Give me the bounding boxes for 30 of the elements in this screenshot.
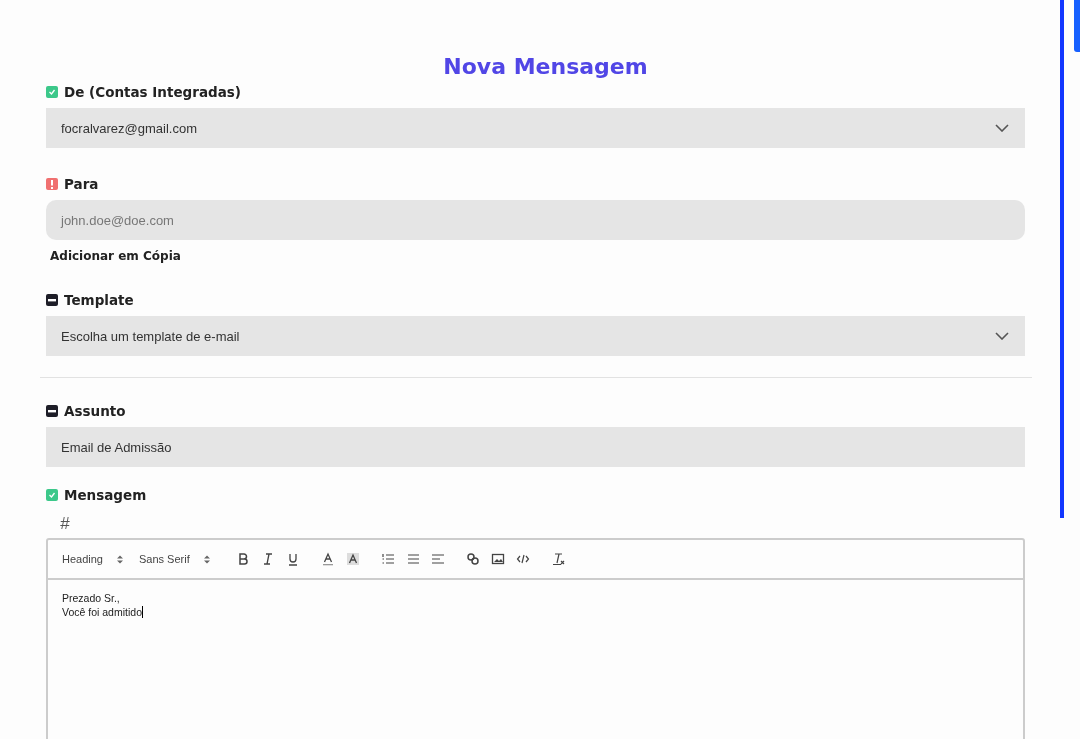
select-field[interactable]: Escolha um template de e-mail xyxy=(46,316,1025,356)
field-label: De (Contas Integradas) xyxy=(64,84,241,100)
sort-arrows-icon xyxy=(117,554,123,564)
scrollbar[interactable] xyxy=(1060,0,1064,518)
bullet-list-icon[interactable] xyxy=(405,552,420,566)
input-field[interactable]: Email de Admissão xyxy=(46,427,1025,467)
add-cc-link[interactable]: Adicionar em Cópia xyxy=(50,249,181,263)
image-icon[interactable] xyxy=(490,552,505,566)
field-label: Para xyxy=(64,176,99,192)
field-label: Mensagem xyxy=(64,487,147,503)
field-label: Template xyxy=(64,292,134,308)
sort-arrows-icon xyxy=(203,554,210,564)
field-label: Assunto xyxy=(64,403,126,419)
rich-text-editor[interactable]: Heading Sans Serif Prezado Sr., Você foi admitido xyxy=(46,538,1025,739)
input-field[interactable]: john.doe@doe.com xyxy=(46,200,1025,240)
page-title: Nova Mensagem xyxy=(442,53,649,81)
hash-hint: # xyxy=(60,514,70,534)
select-field[interactable]: focralvarez@gmail.com xyxy=(46,108,1025,148)
font-picker[interactable]: Sans Serif xyxy=(139,553,190,565)
highlight-icon[interactable] xyxy=(345,552,360,566)
code-icon[interactable] xyxy=(515,552,530,566)
numbered-list-icon[interactable] xyxy=(380,552,395,566)
message-text[interactable]: Prezado Sr., Você foi admitido xyxy=(48,580,1023,630)
align-left-icon[interactable] xyxy=(430,552,445,566)
link-icon[interactable] xyxy=(465,552,480,566)
chevron-down-icon xyxy=(995,332,1009,340)
clear-format-icon[interactable] xyxy=(550,552,565,566)
heading-picker[interactable]: Heading xyxy=(62,553,103,565)
chevron-down-icon xyxy=(995,124,1009,132)
text-color-icon[interactable] xyxy=(320,552,335,566)
